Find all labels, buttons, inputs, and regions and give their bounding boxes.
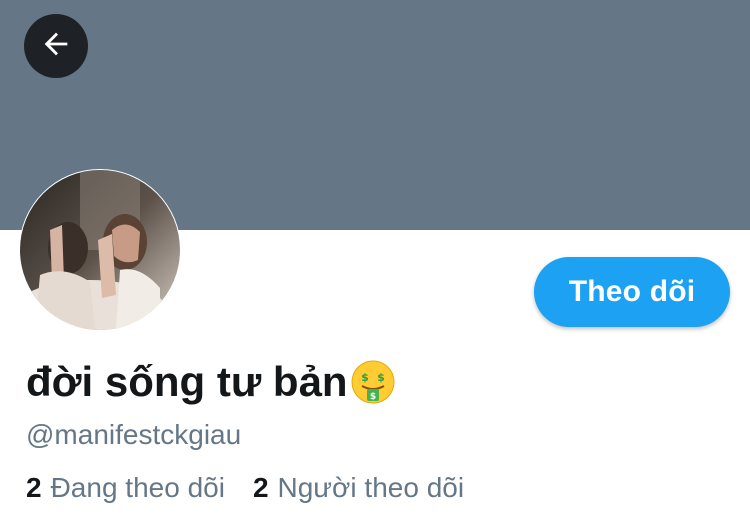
profile-name-row: đời sống tư bản $ $ $ — [26, 354, 396, 410]
svg-text:$: $ — [377, 371, 385, 384]
money-mouth-face-icon: $ $ $ — [350, 359, 396, 405]
follow-button[interactable]: Theo dõi — [534, 257, 730, 327]
following-label: Đang theo dõi — [50, 472, 225, 503]
svg-text:$: $ — [369, 392, 375, 402]
followers-count: 2 — [252, 472, 269, 503]
followers-stat[interactable]: 2 Người theo dõi — [253, 471, 464, 505]
arrow-left-icon — [39, 27, 73, 66]
followers-label: Người theo dõi — [277, 472, 465, 503]
profile-stats: 2 Đang theo dõi 2 Người theo dõi — [26, 471, 464, 505]
following-count: 2 — [26, 472, 42, 503]
user-handle: @manifestckgiau — [26, 419, 242, 450]
avatar[interactable] — [20, 170, 180, 330]
avatar-frame — [19, 169, 181, 331]
following-stat[interactable]: 2 Đang theo dõi — [26, 471, 225, 505]
back-button[interactable] — [24, 14, 88, 78]
display-name: đời sống tư bản — [26, 358, 348, 405]
svg-text:$: $ — [361, 371, 369, 384]
